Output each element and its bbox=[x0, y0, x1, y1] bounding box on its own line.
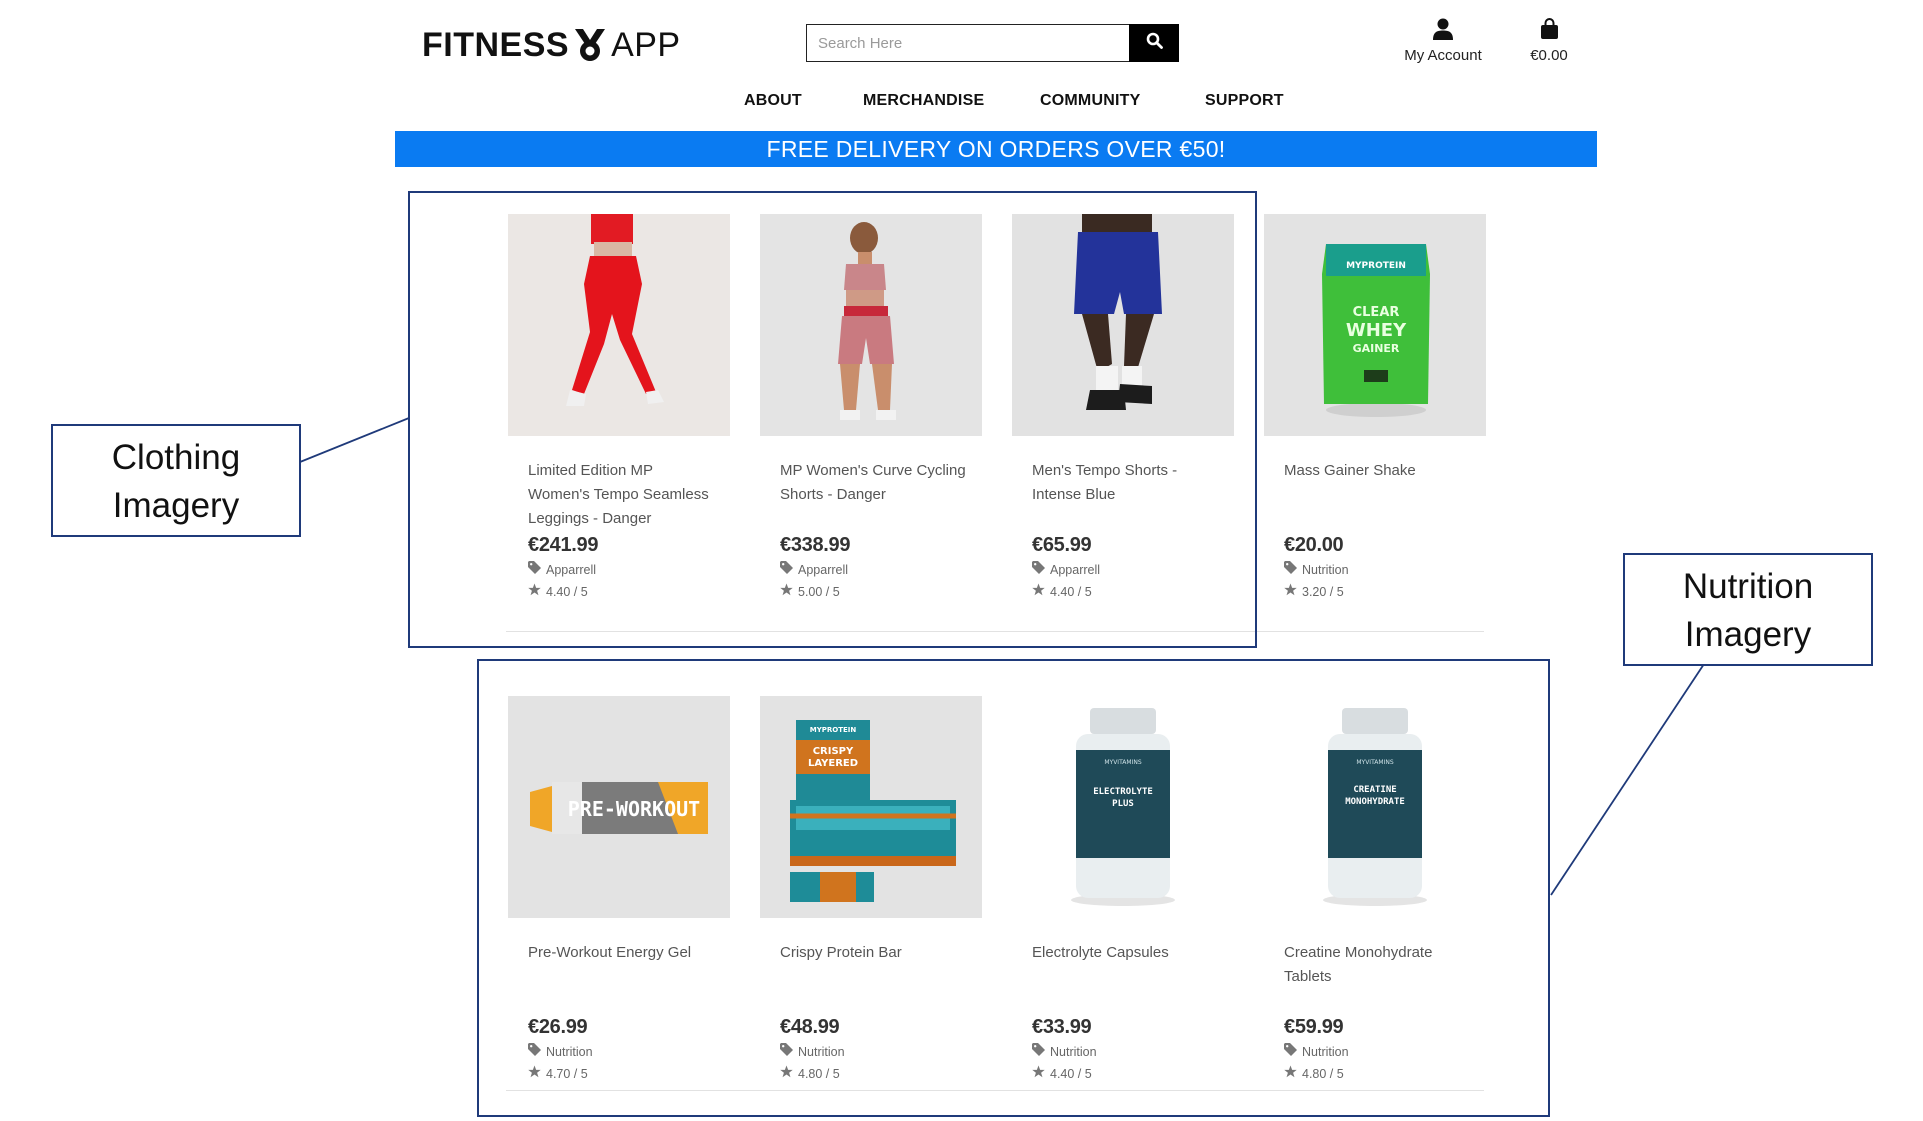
nutrition-imagery-label: Nutrition Imagery bbox=[1623, 553, 1873, 666]
clothing-label-line2: Imagery bbox=[112, 486, 240, 525]
clothing-connector-line bbox=[299, 417, 410, 463]
clothing-label-line1: Clothing bbox=[111, 438, 241, 477]
nutrition-label-line2: Imagery bbox=[1684, 615, 1812, 654]
clothing-imagery-label: Clothing Imagery bbox=[51, 424, 301, 537]
nutrition-label-line1: Nutrition bbox=[1682, 567, 1814, 606]
nutrition-connector-line bbox=[1550, 663, 1705, 896]
